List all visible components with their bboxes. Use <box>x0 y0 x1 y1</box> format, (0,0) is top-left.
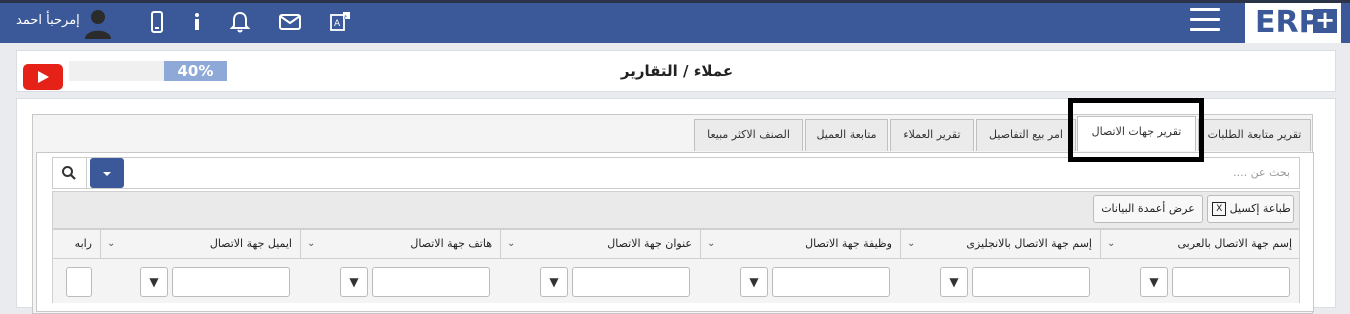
filter-icon[interactable]: ▼ <box>940 267 968 297</box>
column-label: إسم جهة الاتصال بالانجليزى <box>966 237 1092 250</box>
column-label: عنوان جهة الاتصال <box>607 237 692 250</box>
chevron-down-icon[interactable]: ⌄ <box>107 229 115 259</box>
erp-logo[interactable]: ERP + <box>1245 3 1341 43</box>
column-header[interactable]: هاتف جهة الاتصال ⌄ <box>300 229 500 259</box>
excel-export-button[interactable]: طباعة إكسيل X <box>1207 195 1294 223</box>
logo-text: ERP <box>1255 5 1321 40</box>
logo-plus-icon: + <box>1313 6 1337 34</box>
search-dropdown-button[interactable] <box>90 158 124 188</box>
excel-export-label: طباعة إكسيل <box>1229 202 1291 215</box>
column-header[interactable]: إسم جهة الاتصال بالانجليزى ⌄ <box>900 229 1100 259</box>
filter-input[interactable] <box>972 267 1090 297</box>
filter-icon[interactable]: ▼ <box>340 267 368 297</box>
user-avatar-icon[interactable] <box>82 7 114 39</box>
column-header[interactable]: عنوان جهة الاتصال ⌄ <box>500 229 700 259</box>
chevron-down-icon[interactable]: ⌄ <box>307 229 315 259</box>
svg-text:A: A <box>334 19 341 29</box>
filter-input[interactable] <box>172 267 290 297</box>
column-header[interactable]: ايميل جهة الاتصال ⌄ <box>100 229 300 259</box>
column-label: وظيفة جهة الاتصال <box>805 237 892 250</box>
tab-customers-report[interactable]: تقرير العملاء <box>890 119 974 151</box>
tab-customer-followup[interactable]: متابعة العميل <box>805 119 888 151</box>
column-header[interactable]: وظيفة جهة الاتصال ⌄ <box>700 229 900 259</box>
filter-input[interactable] <box>66 267 92 297</box>
chevron-down-icon[interactable]: ⌄ <box>507 229 515 259</box>
excel-icon: X <box>1212 202 1227 216</box>
column-header[interactable]: إسم جهة الاتصال بالعربى ⌄ <box>1100 229 1300 259</box>
filter-icon[interactable]: ▼ <box>740 267 768 297</box>
mail-icon[interactable] <box>278 10 302 34</box>
filter-input[interactable] <box>372 267 490 297</box>
column-label: هاتف جهة الاتصال <box>410 237 492 250</box>
bell-icon[interactable] <box>228 10 252 34</box>
tab-best-selling-items[interactable]: الصنف الاكثر مبيعا <box>694 119 803 151</box>
column-label: رابه <box>74 237 92 250</box>
column-header[interactable]: رابه <box>52 229 100 259</box>
info-icon[interactable] <box>185 10 209 34</box>
search-icon[interactable] <box>52 157 87 189</box>
tab-order-followup-report[interactable]: تقرير متابعة الطلبات <box>1198 119 1311 151</box>
search-placeholder: بحث عن .... <box>1233 166 1290 179</box>
tab-sales-order-details[interactable]: امر بيع التفاصيل <box>976 119 1076 151</box>
translate-icon[interactable]: Aع <box>328 10 352 34</box>
filter-icon[interactable]: ▼ <box>540 267 568 297</box>
chevron-down-icon[interactable]: ⌄ <box>907 229 915 259</box>
filter-icon[interactable]: ▼ <box>1140 267 1168 297</box>
show-columns-button[interactable]: عرض أعمدة البيانات <box>1093 195 1203 223</box>
chevron-down-icon[interactable]: ⌄ <box>707 229 715 259</box>
page-header: 40% عملاء / التقارير <box>16 50 1336 92</box>
filter-icon[interactable]: ▼ <box>140 267 168 297</box>
chevron-down-icon[interactable]: ⌄ <box>1107 229 1115 259</box>
column-label: إسم جهة الاتصال بالعربى <box>1177 237 1293 250</box>
filter-input[interactable] <box>772 267 890 297</box>
top-navbar: ERP + Aع إمرحبأ احمد <box>0 0 1350 43</box>
column-label: ايميل جهة الاتصال <box>209 237 292 250</box>
user-greeting[interactable]: إمرحبأ احمد <box>16 13 80 28</box>
menu-icon[interactable] <box>1190 8 1220 32</box>
filter-input[interactable] <box>1172 267 1290 297</box>
active-tab-highlight <box>1068 98 1204 162</box>
filter-input[interactable] <box>572 267 690 297</box>
mobile-icon[interactable] <box>145 10 169 34</box>
top-strip <box>0 0 1350 3</box>
page-title: عملاء / التقارير <box>620 62 734 80</box>
svg-text:ع: ع <box>344 13 348 20</box>
